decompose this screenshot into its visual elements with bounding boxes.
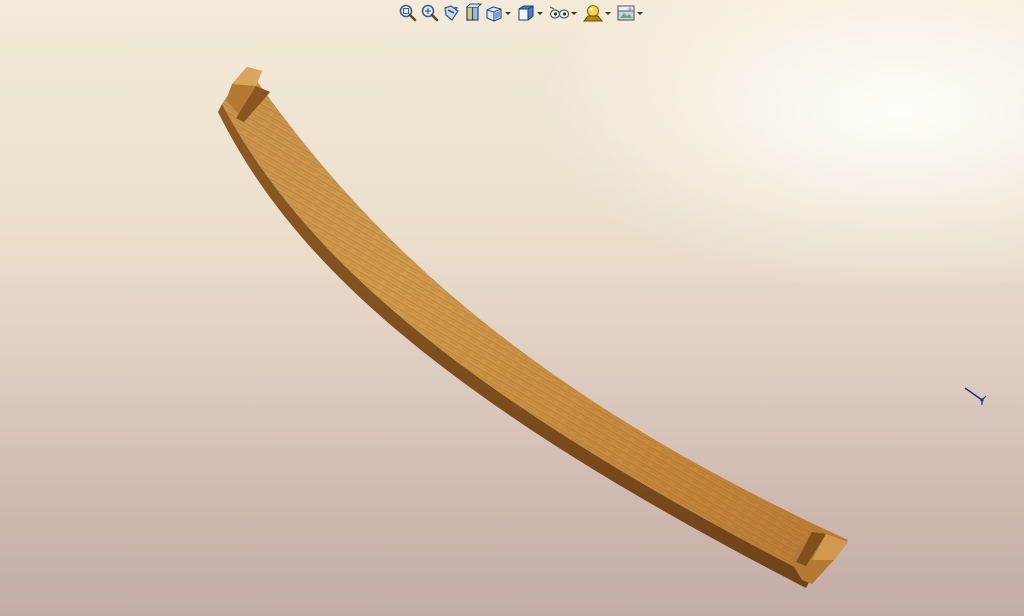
model-view[interactable] (0, 0, 1024, 616)
slat-grain-texture (222, 67, 848, 576)
graphics-viewport[interactable] (0, 0, 1024, 616)
coordinate-triad-icon (964, 387, 987, 405)
